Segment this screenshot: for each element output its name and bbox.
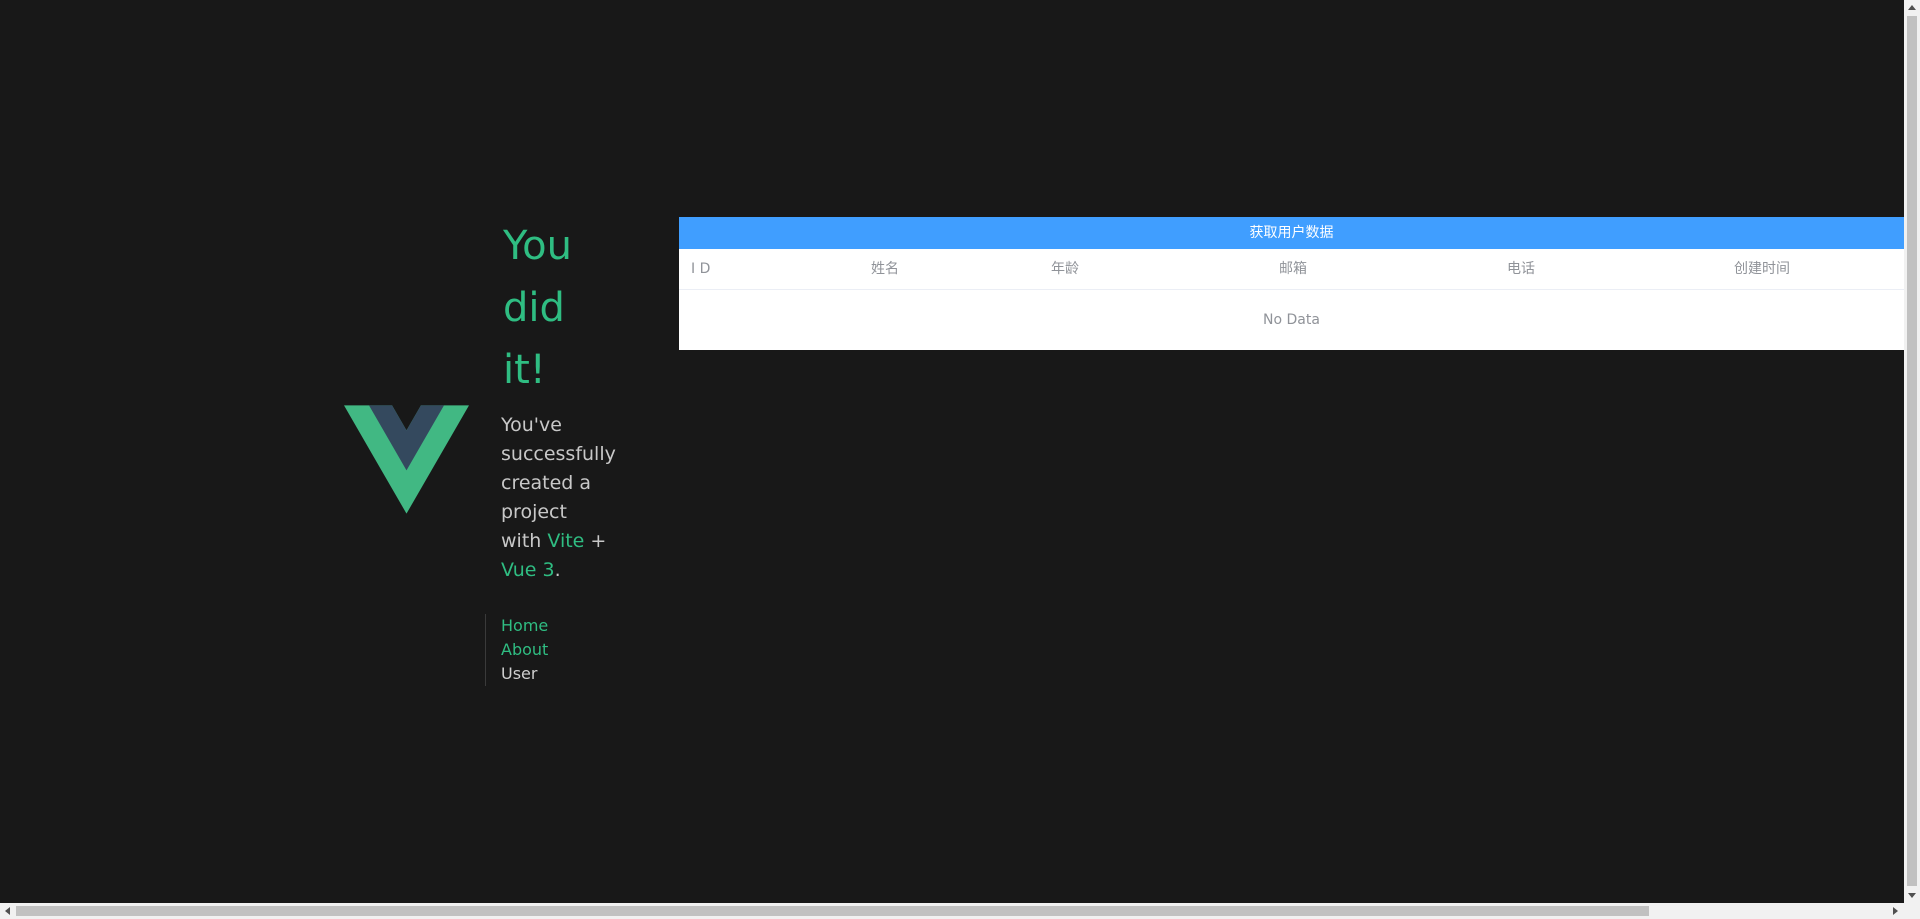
hero-heading-line: it! bbox=[503, 347, 546, 393]
horizontal-scroll-thumb[interactable] bbox=[16, 906, 1649, 916]
users-table-header: I D 姓名 年龄 邮箱 电话 创建时间 bbox=[679, 249, 1904, 290]
vue3-link[interactable]: Vue 3 bbox=[501, 559, 555, 581]
column-header-name[interactable]: 姓名 bbox=[871, 249, 899, 289]
nav-home-link[interactable]: Home bbox=[501, 614, 548, 638]
column-header-created-at[interactable]: 创建时间 bbox=[1734, 249, 1790, 289]
hero-heading-line: did bbox=[503, 285, 565, 331]
vertical-scroll-thumb[interactable] bbox=[1907, 16, 1917, 886]
table-empty-text: No Data bbox=[1263, 312, 1320, 328]
hero-subtitle: You've successfully created a project wi… bbox=[501, 411, 616, 585]
subtitle-period: . bbox=[554, 559, 561, 581]
column-header-id[interactable]: I D bbox=[691, 249, 710, 289]
scroll-down-icon[interactable] bbox=[1908, 893, 1916, 898]
subtitle-plus: + bbox=[590, 530, 607, 552]
fetch-users-button[interactable]: 获取用户数据 bbox=[679, 217, 1904, 249]
vertical-scrollbar[interactable] bbox=[1904, 0, 1920, 919]
scroll-up-icon[interactable] bbox=[1908, 5, 1916, 10]
users-panel: 获取用户数据 I D 姓名 年龄 邮箱 电话 创建时间 No Data bbox=[679, 217, 1904, 350]
nav-about-link[interactable]: About bbox=[501, 638, 548, 662]
app-root: You did it! You've successfully created … bbox=[0, 0, 1920, 919]
hero-heading: You did it! bbox=[503, 215, 623, 401]
hero-heading-line: You bbox=[503, 223, 572, 269]
column-header-phone[interactable]: 电话 bbox=[1507, 249, 1535, 289]
horizontal-scrollbar[interactable] bbox=[0, 903, 1904, 919]
vue-logo bbox=[344, 405, 469, 514]
column-header-age[interactable]: 年龄 bbox=[1051, 249, 1079, 289]
scroll-right-icon[interactable] bbox=[1893, 907, 1898, 915]
vite-link[interactable]: Vite bbox=[547, 530, 584, 552]
main-nav: Home About User bbox=[485, 614, 548, 686]
scroll-left-icon[interactable] bbox=[5, 907, 10, 915]
column-header-email[interactable]: 邮箱 bbox=[1279, 249, 1307, 289]
nav-user-link[interactable]: User bbox=[501, 662, 548, 686]
